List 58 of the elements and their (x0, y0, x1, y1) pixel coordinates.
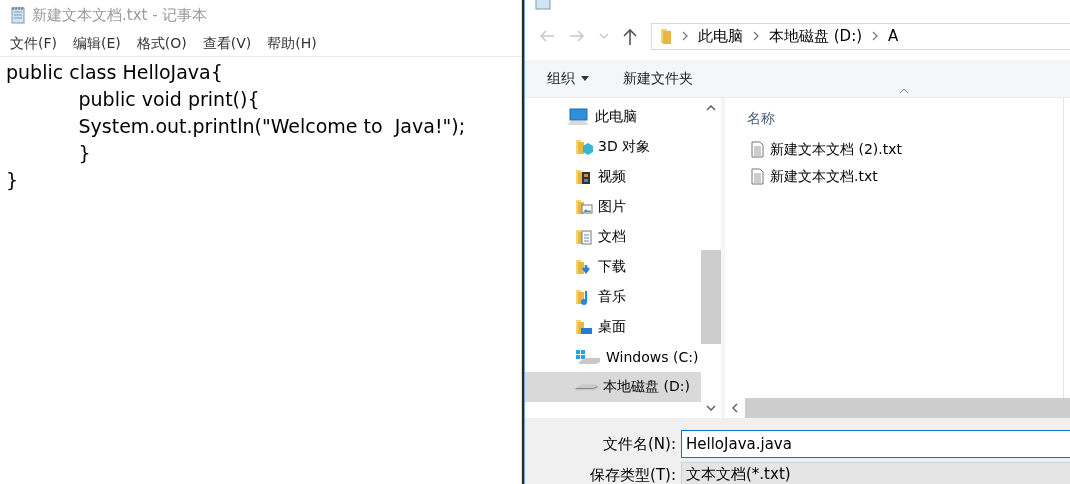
window-title: 新建文本文档.txt - 记事本 (32, 5, 208, 25)
picture-folder-icon (575, 198, 593, 216)
breadcrumb-item[interactable]: 本地磁盘 (D:) (769, 26, 863, 46)
folder-icon (660, 28, 672, 44)
organize-button[interactable]: 组织 (547, 69, 589, 88)
nav-item[interactable]: 桌面 (525, 312, 701, 342)
chevron-right-icon[interactable] (753, 31, 759, 41)
drive-icon (575, 383, 598, 391)
nav-item[interactable]: Windows (C:) (525, 342, 701, 372)
scroll-thumb[interactable] (701, 250, 721, 344)
code-line: System.out.println("Welcome to Java!"); (77, 114, 467, 139)
field-label: 保存类型(T): (589, 464, 677, 484)
menu-item[interactable]: 编辑(E) (72, 35, 122, 53)
text-editor[interactable]: public class HelloJava{ public void print(){ System.out.println("Welcome to Java!"); } } (0, 57, 521, 196)
pc-icon (566, 108, 590, 126)
text-file-icon (751, 141, 764, 158)
cube-folder-icon (575, 138, 593, 156)
film-folder-icon (575, 168, 593, 186)
windows-drive-icon (575, 349, 601, 365)
scroll-up-icon[interactable] (706, 105, 716, 111)
nav-item[interactable]: 本地磁盘 (D:) (525, 372, 701, 402)
menu-item[interactable]: 文件(F) (9, 35, 58, 53)
breadcrumb-item[interactable]: 此电脑 (698, 26, 743, 46)
file-item[interactable]: 新建文本文档 (2).txt (751, 136, 1063, 163)
code-line: public void print(){ (77, 87, 261, 112)
menu-item[interactable]: 查看(V) (201, 35, 253, 53)
new-folder-button[interactable]: 新建文件夹 (623, 69, 693, 88)
sort-caret-icon (899, 88, 909, 94)
chevron-right-icon[interactable] (872, 31, 879, 41)
text-file-icon (751, 168, 764, 185)
caret-down-icon (581, 76, 589, 81)
filename-field[interactable]: HelloJava.java (681, 430, 1070, 458)
scroll-down-icon[interactable] (706, 405, 716, 411)
menu-item[interactable]: 帮助(H) (266, 35, 318, 53)
notepad-icon (10, 6, 26, 24)
code-line: public class HelloJava{ (6, 60, 224, 85)
code-line: } (77, 141, 92, 166)
nav-item[interactable]: 图片 (525, 192, 701, 222)
up-arrow-icon[interactable] (623, 27, 637, 45)
column-header[interactable]: 名称 (747, 110, 775, 128)
nav-item[interactable]: 下载 (525, 252, 701, 282)
breadcrumb-item[interactable]: A (888, 27, 899, 45)
nav-item[interactable]: 3D 对象 (525, 132, 701, 162)
address-bar[interactable]: 此电脑 本地磁盘 (D:) A (651, 22, 1070, 50)
field-label: 文件名(N): (602, 433, 677, 455)
document-folder-icon (575, 228, 593, 246)
desktop-folder-icon (575, 318, 593, 336)
code-line: } (6, 168, 20, 193)
nav-item[interactable]: 文档 (525, 222, 701, 252)
nav-item[interactable]: 视频 (525, 162, 701, 192)
file-item[interactable]: 新建文本文档.txt (751, 163, 1063, 190)
file-type-dropdown[interactable]: 文本文档(*.txt) (681, 462, 1070, 484)
chevron-right-icon[interactable] (682, 31, 688, 41)
download-folder-icon (575, 258, 593, 276)
scroll-left-icon[interactable] (732, 403, 738, 413)
nav-item[interactable]: 此电脑 (525, 102, 701, 132)
nav-item[interactable]: 音乐 (525, 282, 701, 312)
menu-item[interactable]: 格式(O) (135, 35, 188, 53)
